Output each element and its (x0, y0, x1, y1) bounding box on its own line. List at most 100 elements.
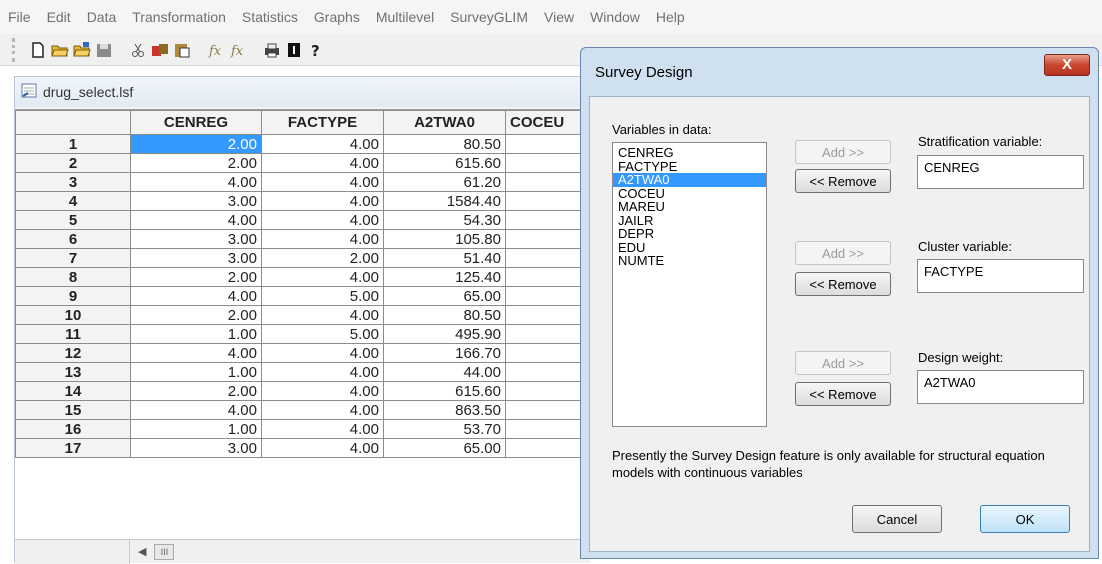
cell-factype[interactable]: 4.00 (261, 229, 384, 249)
cell-cenreg[interactable]: 4.00 (130, 400, 262, 420)
cancel-button[interactable]: Cancel (852, 505, 942, 533)
cell-cenreg[interactable]: 4.00 (130, 210, 262, 230)
variable-list-item[interactable]: NUMTE (613, 254, 766, 268)
cell-factype[interactable]: 4.00 (261, 172, 384, 192)
cell-a2twa0[interactable]: 65.00 (383, 438, 506, 458)
column-header-coceu[interactable]: COCEU (505, 110, 586, 135)
cell-a2twa0[interactable]: 105.80 (383, 229, 506, 249)
cell-a2twa0[interactable]: 61.20 (383, 172, 506, 192)
cell-factype[interactable]: 4.00 (261, 419, 384, 439)
transform2-icon[interactable]: fx (229, 41, 247, 59)
cell-a2twa0[interactable]: 125.40 (383, 267, 506, 287)
transform-icon[interactable]: fx (207, 41, 225, 59)
open-data-icon[interactable] (73, 41, 91, 59)
column-header-cenreg[interactable]: CENREG (130, 110, 262, 135)
variables-list[interactable]: CENREG FACTYPE A2TWA0 COCEU MAREU JAILR DEPR ED… (612, 142, 767, 427)
stratification-field[interactable]: CENREG (917, 155, 1084, 189)
cell-coceu[interactable] (505, 362, 586, 382)
variable-list-item[interactable]: COCEU (613, 186, 766, 201)
add-weight-button[interactable]: Add >> (795, 351, 891, 375)
cell-cenreg[interactable]: 3.00 (130, 248, 262, 268)
horizontal-scrollbar[interactable]: ◀ III (15, 539, 590, 564)
remove-cluster-button[interactable]: << Remove (795, 272, 891, 296)
menu-data[interactable]: Data (85, 7, 119, 27)
cell-a2twa0[interactable]: 54.30 (383, 210, 506, 230)
menu-file[interactable]: File (4, 7, 33, 27)
cell-factype[interactable]: 5.00 (261, 324, 384, 344)
cell-cenreg[interactable]: 2.00 (130, 267, 262, 287)
row-header[interactable]: 8 (15, 267, 131, 287)
cell-cenreg[interactable]: 3.00 (130, 229, 262, 249)
cell-cenreg[interactable]: 3.00 (130, 438, 262, 458)
paste-icon[interactable] (173, 41, 191, 59)
cell-a2twa0[interactable]: 80.50 (383, 305, 506, 325)
cell-coceu[interactable] (505, 191, 586, 211)
row-header[interactable]: 10 (15, 305, 131, 325)
row-header[interactable]: 14 (15, 381, 131, 401)
row-header[interactable]: 1 (15, 134, 131, 154)
cell-coceu[interactable] (505, 419, 586, 439)
cell-coceu[interactable] (505, 172, 586, 192)
cell-factype[interactable]: 4.00 (261, 438, 384, 458)
cell-cenreg[interactable]: 1.00 (130, 324, 262, 344)
cell-coceu[interactable] (505, 210, 586, 230)
scroll-thumb[interactable]: III (154, 543, 175, 560)
add-stratification-button[interactable]: Add >> (795, 140, 891, 164)
column-header-a2twa0[interactable]: A2TWA0 (383, 110, 506, 135)
cell-cenreg[interactable]: 3.00 (130, 191, 262, 211)
cell-cenreg[interactable]: 4.00 (130, 343, 262, 363)
menu-view[interactable]: View (542, 7, 576, 27)
data-grid[interactable]: CENREG FACTYPE A2TWA0 COCEU 1 2.00 4.00 80.… (15, 109, 590, 539)
cell-factype[interactable]: 2.00 (261, 248, 384, 268)
menu-help[interactable]: Help (654, 7, 687, 27)
row-header[interactable]: 5 (15, 210, 131, 230)
menu-edit[interactable]: Edit (45, 7, 73, 27)
row-header[interactable]: 7 (15, 248, 131, 268)
print-icon[interactable] (263, 41, 281, 59)
ok-button[interactable]: OK (980, 505, 1070, 533)
cell-factype[interactable]: 4.00 (261, 400, 384, 420)
cell-a2twa0[interactable]: 44.00 (383, 362, 506, 382)
row-header[interactable]: 13 (15, 362, 131, 382)
cell-coceu[interactable] (505, 153, 586, 173)
cell-coceu[interactable] (505, 400, 586, 420)
cell-coceu[interactable] (505, 134, 586, 154)
cell-cenreg[interactable]: 2.00 (130, 305, 262, 325)
row-header[interactable]: 2 (15, 153, 131, 173)
cell-coceu[interactable] (505, 248, 586, 268)
variable-list-item[interactable]: FACTYPE (613, 159, 766, 174)
menu-surveyglim[interactable]: SurveyGLIM (448, 7, 530, 27)
dialog-titlebar[interactable]: Survey Design (581, 48, 1098, 96)
row-header[interactable]: 4 (15, 191, 131, 211)
cell-coceu[interactable] (505, 229, 586, 249)
cell-a2twa0[interactable]: 80.50 (383, 134, 506, 154)
cell-a2twa0[interactable]: 615.60 (383, 381, 506, 401)
cell-a2twa0[interactable]: 65.00 (383, 286, 506, 306)
cell-cenreg[interactable]: 1.00 (130, 362, 262, 382)
cell-coceu[interactable] (505, 286, 586, 306)
row-header[interactable]: 17 (15, 438, 131, 458)
cell-coceu[interactable] (505, 324, 586, 344)
cut-icon[interactable] (129, 41, 147, 59)
column-header-factype[interactable]: FACTYPE (261, 110, 384, 135)
corner-cell[interactable] (15, 110, 131, 135)
new-file-icon[interactable] (29, 41, 47, 59)
save-icon[interactable] (95, 41, 113, 59)
scroll-left-icon[interactable]: ◀ (138, 545, 146, 558)
cell-cenreg[interactable]: 2.00 (130, 134, 262, 154)
weight-field[interactable]: A2TWA0 (917, 370, 1084, 404)
row-header[interactable]: 11 (15, 324, 131, 344)
open-icon[interactable] (51, 41, 69, 59)
cell-factype[interactable]: 5.00 (261, 286, 384, 306)
cell-a2twa0[interactable]: 495.90 (383, 324, 506, 344)
cell-coceu[interactable] (505, 343, 586, 363)
variable-list-item[interactable]: JAILR (613, 213, 766, 228)
copy-icon[interactable] (151, 41, 169, 59)
menu-graphs[interactable]: Graphs (312, 7, 362, 27)
row-header[interactable]: 9 (15, 286, 131, 306)
cell-coceu[interactable] (505, 305, 586, 325)
cell-a2twa0[interactable]: 53.70 (383, 419, 506, 439)
cell-factype[interactable]: 4.00 (261, 191, 384, 211)
menu-window[interactable]: Window (588, 7, 642, 27)
cell-factype[interactable]: 4.00 (261, 343, 384, 363)
